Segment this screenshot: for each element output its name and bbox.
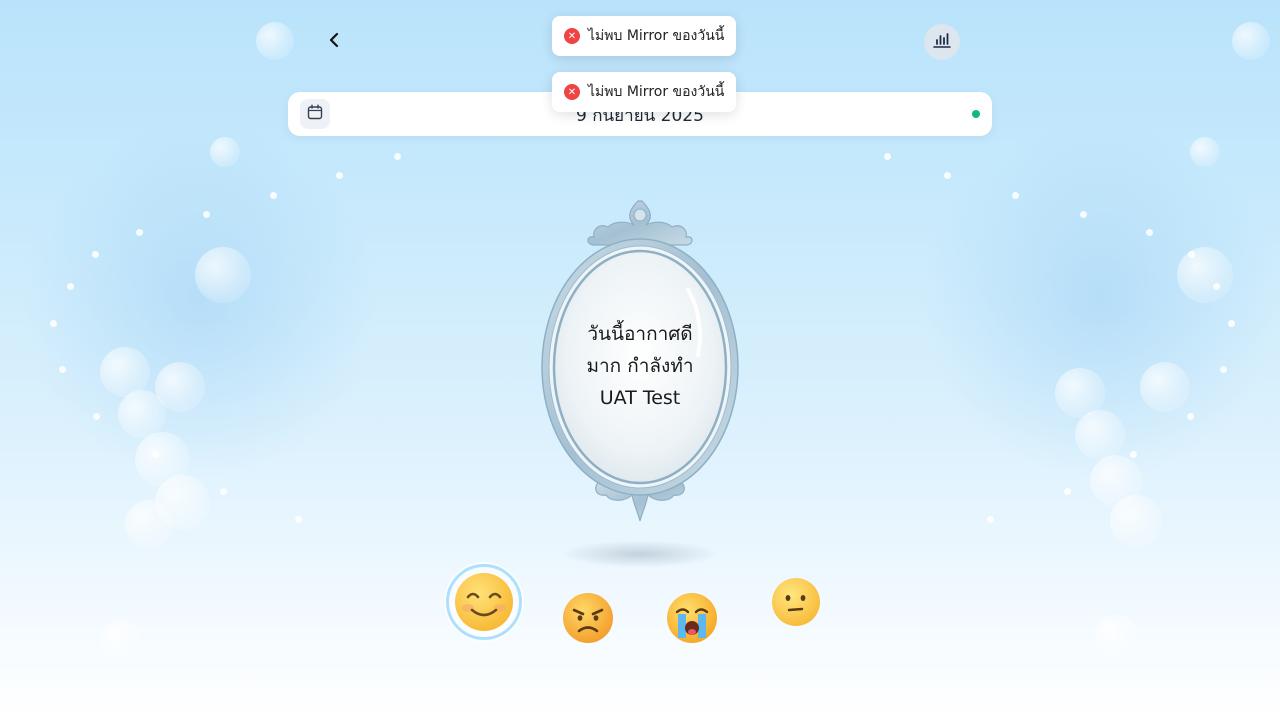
- mirror-message: วันนี้อากาศดี มาก กำลังทำ UAT Test: [578, 318, 702, 414]
- mirror-shadow: [560, 540, 720, 568]
- crying-face-icon: [666, 592, 718, 644]
- mirror-line: UAT Test: [599, 387, 681, 409]
- mirror-line: วันนี้อากาศดี: [587, 323, 693, 345]
- mood-crying-button[interactable]: [666, 592, 718, 644]
- toast-error: ✕ ไม่พบ Mirror ของวันนี้: [552, 72, 737, 112]
- neutral-face-icon: [771, 577, 821, 627]
- angry-face-icon: [562, 592, 614, 644]
- status-dot: [972, 110, 980, 118]
- error-icon: ✕: [564, 28, 580, 44]
- toast-message: ไม่พบ Mirror ของวันนี้: [588, 84, 725, 100]
- chevron-left-icon: [327, 32, 341, 52]
- back-button[interactable]: [318, 26, 350, 58]
- toast-error: ✕ ไม่พบ Mirror ของวันนี้: [552, 16, 737, 56]
- mood-angry-button[interactable]: [562, 592, 614, 644]
- error-icon: ✕: [564, 84, 580, 100]
- mood-neutral-button[interactable]: [771, 577, 821, 627]
- stats-button[interactable]: [924, 24, 960, 60]
- mood-happy-button[interactable]: [446, 564, 522, 640]
- toast-message: ไม่พบ Mirror ของวันนี้: [588, 28, 725, 44]
- bar-chart-icon: [932, 31, 952, 53]
- smiling-face-icon: [454, 572, 514, 632]
- mirror-line: มาก กำลังทำ: [586, 355, 694, 377]
